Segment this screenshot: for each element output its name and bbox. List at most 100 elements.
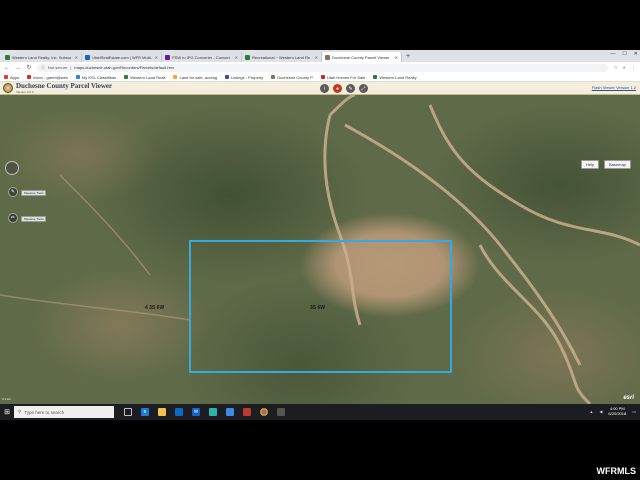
photos-icon[interactable] — [277, 408, 285, 416]
task-view-icon[interactable] — [124, 408, 132, 416]
app-header: Duchesne County Parcel Viewer Version 2.… — [0, 82, 640, 95]
bookmark[interactable]: Apps — [4, 75, 19, 80]
close-icon[interactable]: ✕ — [155, 55, 158, 60]
browser-toolbar: ← → ↻ ⓘ Not secure | maps.duchesne.utah.… — [0, 62, 640, 73]
close-window-icon[interactable]: ✕ — [634, 51, 638, 57]
pencil-tool-icon[interactable]: ✏ — [8, 213, 18, 223]
bookmark-icon — [173, 75, 178, 79]
chrome-icon[interactable] — [260, 408, 268, 416]
measure-tool-tag[interactable]: Measure Tools — [21, 190, 47, 196]
app-title: Duchesne County Parcel Viewer — [16, 82, 113, 90]
township-label-center: 3S 6W — [310, 305, 326, 311]
bookmark-icon — [373, 75, 378, 79]
bookmark-icon — [27, 75, 32, 79]
notification-icon[interactable]: ▭ — [632, 409, 636, 414]
file-explorer-icon[interactable] — [158, 408, 166, 416]
esri-logo: esri — [623, 395, 634, 401]
back-icon[interactable]: ← — [4, 65, 10, 71]
screenshot-frame: Western Land Realty, Inc. Subsur ✕ UtahR… — [0, 50, 640, 420]
volume-icon[interactable]: ◀ — [599, 409, 602, 414]
minimize-icon[interactable]: — — [610, 51, 615, 57]
measure-tool-tag[interactable]: Measure Tools — [21, 216, 47, 222]
extension-icon[interactable]: ◐ — [623, 65, 626, 71]
app-icon[interactable] — [209, 408, 217, 416]
taskbar-apps: e ✉ — [124, 408, 285, 416]
new-tab-button[interactable]: + — [406, 52, 410, 62]
favicon-icon — [325, 54, 330, 60]
bookmark[interactable]: Inbox - garett@wes — [27, 75, 68, 80]
favicon-icon — [5, 54, 10, 60]
close-icon[interactable]: ✕ — [395, 55, 398, 60]
clock-date: 6/20/2018 — [608, 411, 627, 416]
flash-viewer-link[interactable]: Flash Viewer Version 1.2 — [592, 85, 636, 90]
app-icon[interactable] — [243, 408, 251, 416]
browser-tab[interactable]: PSW to IPG Converter - Convert ✕ — [162, 52, 242, 62]
search-placeholder: Type here to search — [24, 409, 65, 415]
toolbar-actions: ☆ ◐ ⋮ — [613, 65, 636, 71]
browser-tab[interactable]: Recreational ~ Western Land Re ✕ — [242, 52, 322, 62]
tab-title: UtahRealEstate.com | WFR Multi- — [92, 54, 152, 60]
browser-tab[interactable]: UtahRealEstate.com | WFR Multi- ✕ — [82, 52, 162, 62]
bookmark[interactable]: My KSL Classifieds — [75, 75, 116, 80]
store-icon[interactable] — [175, 408, 183, 416]
windows-start-icon[interactable]: ⊞ — [0, 404, 14, 420]
draw-tool-icon[interactable]: ✎ — [346, 84, 355, 93]
address-bar[interactable]: ⓘ Not secure | maps.duchesne.utah.gov/Re… — [37, 63, 609, 72]
edge-icon[interactable]: e — [141, 408, 149, 416]
security-status: Not secure — [48, 65, 68, 70]
bookmark[interactable]: Listings - Property — [225, 75, 263, 80]
mls-watermark: WFRMLS — [596, 466, 637, 476]
satellite-map[interactable]: ✎ Measure Tools ✏ Measure Tools Help Bas… — [0, 95, 640, 404]
maximize-icon[interactable]: ☐ — [622, 51, 626, 57]
bookmark[interactable]: Duchesne County P — [271, 75, 313, 80]
pan-compass-icon[interactable] — [5, 161, 19, 175]
favicon-icon — [165, 54, 170, 60]
reload-icon[interactable]: ↻ — [26, 64, 32, 71]
tab-title: PSW to IPG Converter - Convert — [172, 54, 230, 60]
identify-tool-icon[interactable]: i — [320, 84, 329, 93]
tab-title: Duchesne County Parcel Viewer — [332, 54, 390, 60]
menu-icon[interactable]: ⋮ — [631, 65, 636, 71]
bookmark[interactable]: Western Land Realty — [373, 75, 417, 80]
browser-tab-strip: Western Land Realty, Inc. Subsur ✕ UtahR… — [0, 50, 640, 62]
bookmark-icon — [124, 75, 129, 79]
star-icon[interactable]: ☆ — [613, 65, 617, 71]
favicon-icon — [85, 54, 90, 60]
help-button[interactable]: Help — [581, 160, 600, 169]
browser-tab[interactable]: Western Land Realty, Inc. Subsur ✕ — [2, 52, 82, 62]
bookmark-icon — [4, 75, 8, 79]
county-seal-icon — [3, 83, 13, 93]
info-icon[interactable]: ⓘ — [41, 65, 45, 71]
bookmark-icon — [225, 75, 230, 79]
network-icon[interactable]: ▲ — [589, 409, 593, 414]
app-icon[interactable] — [226, 408, 234, 416]
extent-tool-icon[interactable]: ⤢ — [359, 84, 368, 93]
measure-tool-icon[interactable]: ✎ — [8, 187, 18, 197]
bookmark[interactable]: Land for sale, acreag — [173, 75, 217, 80]
mail-icon[interactable]: ✉ — [192, 408, 200, 416]
locate-tool-icon[interactable]: ● — [333, 84, 342, 93]
bookmark[interactable]: Western Land Realt — [124, 75, 165, 80]
windows-taskbar: ⊞ ⚲ Type here to search e ✉ ▲ ◀ 4:00 PM … — [0, 404, 640, 420]
bookmark[interactable]: Utah Homes For Sale — [320, 75, 365, 80]
browser-tab-active[interactable]: Duchesne County Parcel Viewer ✕ — [322, 52, 402, 62]
close-icon[interactable]: ✕ — [235, 55, 238, 60]
scale-bar: 0 1 km — [2, 397, 12, 401]
basemap-button[interactable]: Basemap — [604, 160, 631, 169]
tab-title: Western Land Realty, Inc. Subsur — [12, 54, 72, 60]
window-controls: — ☐ ✕ — [610, 51, 638, 57]
township-label-left: 4 3S 6W — [145, 305, 165, 311]
app-version: Version 2.0.0 — [16, 90, 34, 94]
forward-icon[interactable]: → — [15, 65, 21, 71]
system-tray: ▲ ◀ 4:00 PM 6/20/2018 ▭ — [589, 406, 636, 416]
close-icon[interactable]: ✕ — [75, 55, 78, 60]
bookmark-icon — [320, 75, 325, 79]
clock[interactable]: 4:00 PM 6/20/2018 — [608, 406, 626, 416]
bookmarks-bar: Apps Inbox - garett@wes My KSL Classifie… — [0, 73, 640, 82]
url-text[interactable]: maps.duchesne.utah.gov/Recorders/Parcels… — [74, 65, 174, 70]
favicon-icon — [245, 54, 250, 60]
close-icon[interactable]: ✕ — [315, 55, 318, 60]
tab-title: Recreational ~ Western Land Re — [252, 54, 311, 60]
bookmark-icon — [75, 75, 80, 79]
taskbar-search-input[interactable]: ⚲ Type here to search — [14, 406, 114, 418]
